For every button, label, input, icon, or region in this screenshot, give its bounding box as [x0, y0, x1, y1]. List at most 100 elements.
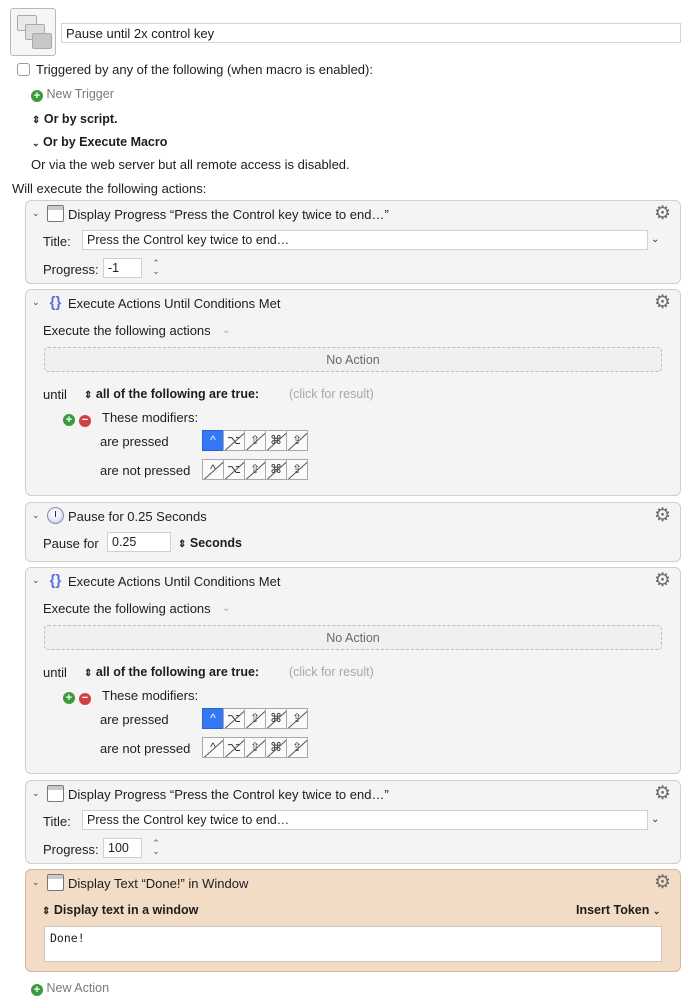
progress-stepper[interactable]: ⌃ ⌄	[150, 259, 162, 277]
add-condition-button[interactable]: +	[63, 411, 75, 426]
display-mode-popup[interactable]: ⇕ Display text in a window	[42, 903, 198, 917]
action-title: Execute Actions Until Conditions Met	[68, 574, 281, 589]
are-pressed-label: are pressed	[100, 434, 169, 449]
will-execute-label: Will execute the following actions:	[12, 181, 207, 196]
not-pressed-modifier-group: ^ ⌥ ⇧ ⌘ ⇪	[202, 737, 308, 758]
click-for-result[interactable]: (click for result)	[289, 387, 374, 401]
new-action-button[interactable]: + New Action	[31, 981, 109, 996]
chevron-down-icon[interactable]: ⌄	[32, 208, 40, 219]
command-key-toggle[interactable]: ⌘	[265, 708, 287, 729]
insert-token-menu[interactable]: Insert Token ⌄	[576, 903, 660, 917]
remove-icon: −	[79, 693, 91, 705]
macro-name-field[interactable]: Pause until 2x control key	[61, 23, 681, 43]
chevron-down-icon[interactable]: ⌄	[32, 510, 40, 521]
execute-following-label: Execute the following actions	[43, 601, 211, 616]
action-execute-until[interactable]: ⌄ {} Execute Actions Until Conditions Me…	[25, 289, 681, 496]
chevron-down-icon[interactable]: ⌄	[32, 297, 40, 308]
progress-stepper[interactable]: ⌃ ⌄	[150, 839, 162, 857]
window-icon	[47, 785, 64, 802]
chevron-down-icon[interactable]: ⌄	[32, 575, 40, 586]
title-label: Title:	[43, 814, 71, 829]
condition-popup[interactable]: ⇕ all of the following are true:	[84, 387, 259, 401]
gear-icon[interactable]: ⚙	[654, 784, 671, 803]
remove-condition-button[interactable]: −	[79, 689, 91, 705]
title-field[interactable]: Press the Control key twice to end…	[82, 230, 648, 250]
or-by-execute-macro-toggle[interactable]: ⌄ Or by Execute Macro	[32, 135, 167, 149]
chevron-down-icon[interactable]: ⌄	[32, 877, 40, 888]
are-pressed-label: are pressed	[100, 712, 169, 727]
until-label: until	[43, 387, 67, 402]
insert-token-label: Insert Token	[576, 903, 650, 917]
action-pause[interactable]: ⌄ Pause for 0.25 Seconds ⚙ Pause for 0.2…	[25, 502, 681, 562]
control-key-toggle[interactable]: ^	[202, 459, 224, 480]
updown-chevron-icon: ⇕	[42, 906, 51, 917]
progress-label: Progress:	[43, 842, 99, 857]
caps-lock-key-toggle[interactable]: ⇪	[286, 430, 308, 451]
condition-label: all of the following are true:	[95, 387, 260, 401]
braces-icon: {}	[49, 572, 62, 589]
option-key-toggle[interactable]: ⌥	[223, 459, 245, 480]
remove-condition-button[interactable]: −	[79, 411, 91, 427]
web-server-note: Or via the web server but all remote acc…	[31, 157, 350, 172]
action-execute-until[interactable]: ⌄ {} Execute Actions Until Conditions Me…	[25, 567, 681, 774]
gear-icon[interactable]: ⚙	[654, 293, 671, 312]
action-display-progress[interactable]: ⌄ Display Progress “Press the Control ke…	[25, 780, 681, 864]
caps-lock-key-toggle[interactable]: ⇪	[286, 459, 308, 480]
shift-key-toggle[interactable]: ⇧	[244, 737, 266, 758]
chevron-down-icon[interactable]: ⌄	[651, 234, 659, 245]
command-key-toggle[interactable]: ⌘	[265, 459, 287, 480]
control-key-toggle[interactable]: ^	[202, 430, 224, 451]
pause-duration-field[interactable]: 0.25	[107, 532, 171, 552]
time-unit-popup[interactable]: ⇕ Seconds	[178, 536, 242, 550]
control-key-toggle[interactable]: ^	[202, 737, 224, 758]
progress-field[interactable]: -1	[103, 258, 142, 278]
progress-field[interactable]: 100	[103, 838, 142, 858]
option-key-toggle[interactable]: ⌥	[223, 430, 245, 451]
updown-chevron-icon: ⇕	[178, 539, 187, 550]
new-trigger-label: New Trigger	[46, 87, 114, 101]
title-label: Title:	[43, 234, 71, 249]
not-pressed-modifier-group: ^ ⌥ ⇧ ⌘ ⇪	[202, 459, 308, 480]
gear-icon[interactable]: ⚙	[654, 873, 671, 892]
chevron-down-icon[interactable]: ⌄	[32, 788, 40, 799]
until-label: until	[43, 665, 67, 680]
triggers-enabled-checkbox[interactable]	[17, 63, 30, 76]
no-action-placeholder[interactable]: No Action	[44, 625, 662, 650]
option-key-toggle[interactable]: ⌥	[223, 708, 245, 729]
action-title: Display Progress “Press the Control key …	[68, 207, 389, 222]
command-key-toggle[interactable]: ⌘	[265, 430, 287, 451]
chevron-down-icon[interactable]: ⌄	[222, 603, 230, 614]
gear-icon[interactable]: ⚙	[654, 506, 671, 525]
no-action-placeholder[interactable]: No Action	[44, 347, 662, 372]
control-key-toggle[interactable]: ^	[202, 708, 224, 729]
shift-key-toggle[interactable]: ⇧	[244, 430, 266, 451]
macro-icon[interactable]	[10, 8, 56, 56]
chevron-down-icon[interactable]: ⌄	[222, 325, 230, 336]
shift-key-toggle[interactable]: ⇧	[244, 708, 266, 729]
chevron-down-icon[interactable]: ⌄	[651, 814, 659, 825]
shift-key-toggle[interactable]: ⇧	[244, 459, 266, 480]
triggered-by-label: Triggered by any of the following (when …	[36, 62, 373, 77]
gear-icon[interactable]: ⚙	[654, 571, 671, 590]
or-by-script-toggle[interactable]: ⇕ Or by script.	[32, 112, 118, 126]
click-for-result[interactable]: (click for result)	[289, 665, 374, 679]
add-condition-button[interactable]: +	[63, 689, 75, 704]
pressed-modifier-group: ^ ⌥ ⇧ ⌘ ⇪	[202, 708, 308, 729]
gear-icon[interactable]: ⚙	[654, 204, 671, 223]
window-icon	[47, 205, 64, 222]
command-key-toggle[interactable]: ⌘	[265, 737, 287, 758]
display-text-area[interactable]: Done!	[44, 926, 662, 962]
action-title: Display Progress “Press the Control key …	[68, 787, 389, 802]
time-unit-label: Seconds	[189, 536, 242, 550]
are-not-pressed-label: are not pressed	[100, 463, 191, 478]
window-icon	[47, 874, 64, 891]
caps-lock-key-toggle[interactable]: ⇪	[286, 708, 308, 729]
title-field[interactable]: Press the Control key twice to end…	[82, 810, 648, 830]
condition-popup[interactable]: ⇕ all of the following are true:	[84, 665, 259, 679]
caps-lock-key-toggle[interactable]: ⇪	[286, 737, 308, 758]
option-key-toggle[interactable]: ⌥	[223, 737, 245, 758]
new-trigger-button[interactable]: + New Trigger	[31, 87, 114, 102]
action-display-text[interactable]: ⌄ Display Text “Done!” in Window ⚙ ⇕ Dis…	[25, 869, 681, 972]
are-not-pressed-label: are not pressed	[100, 741, 191, 756]
action-display-progress[interactable]: ⌄ Display Progress “Press the Control ke…	[25, 200, 681, 284]
